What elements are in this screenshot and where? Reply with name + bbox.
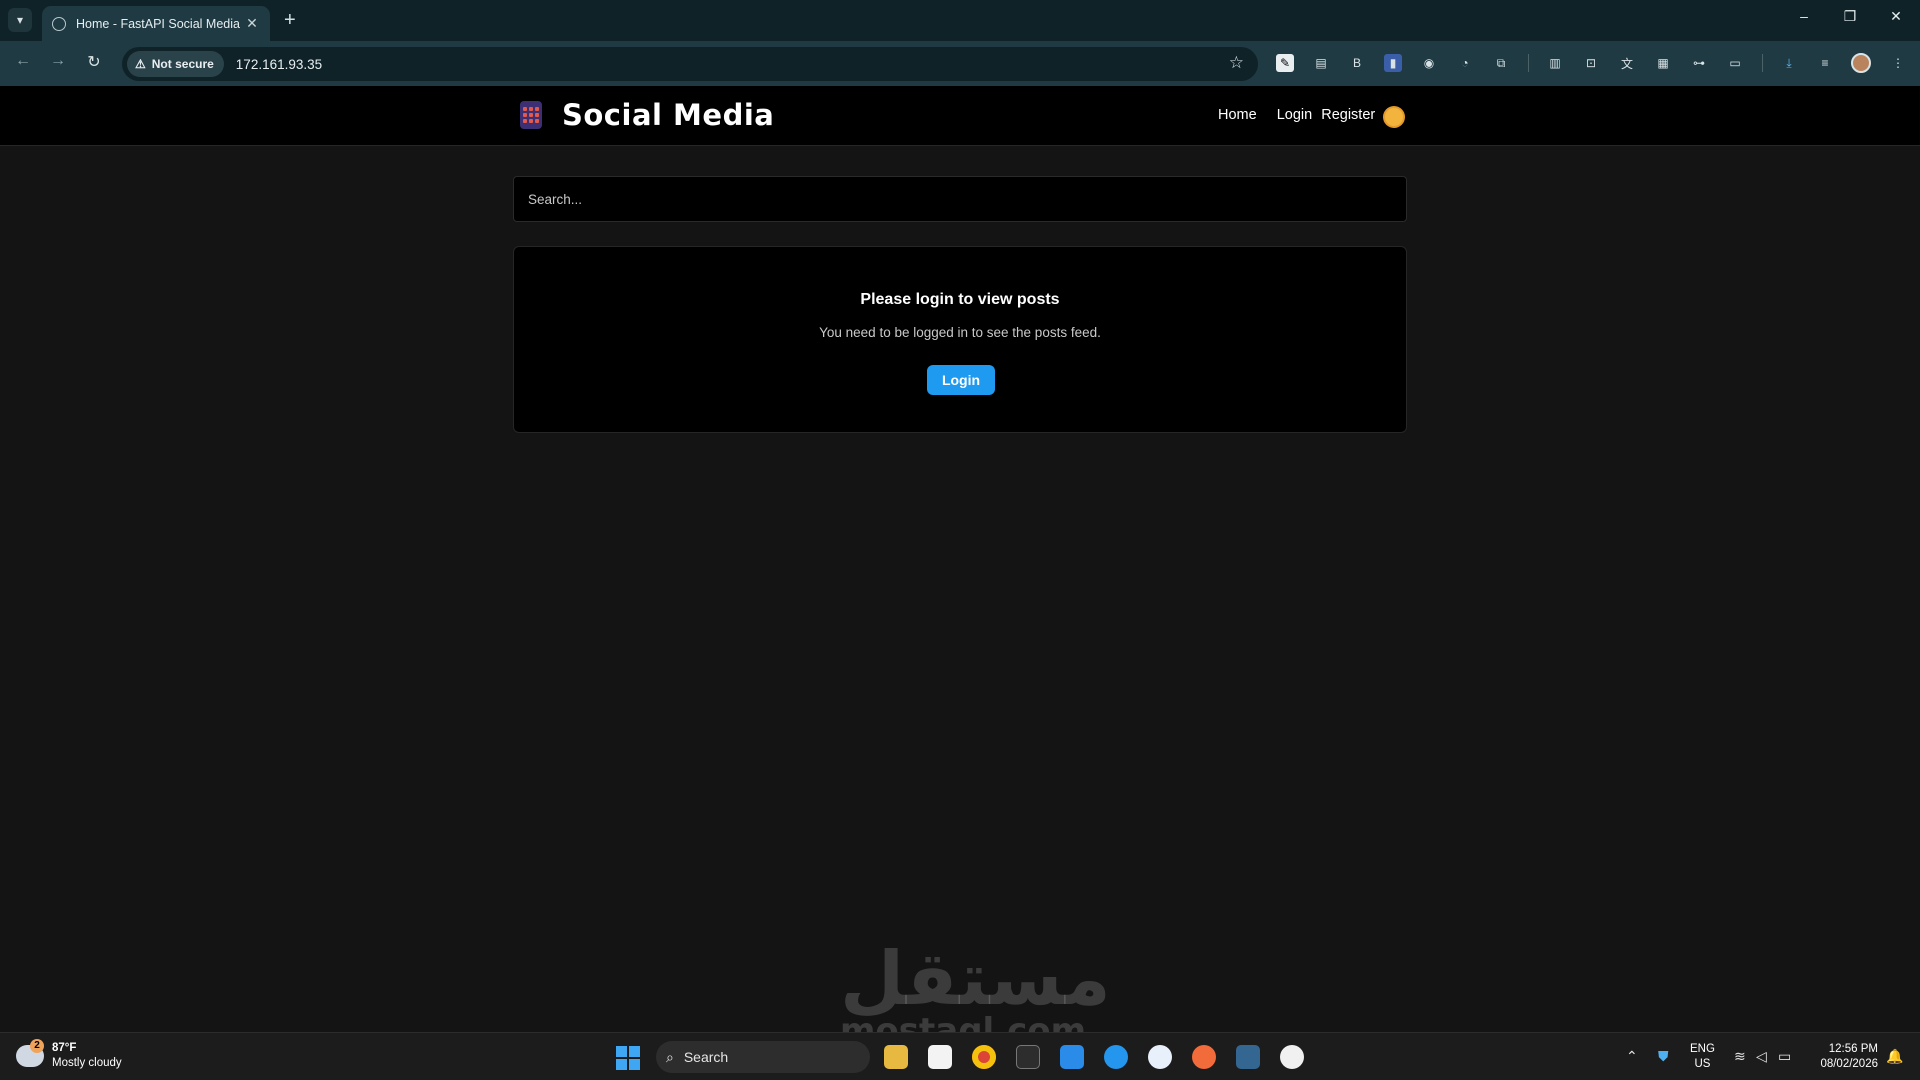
url-text[interactable]: 172.161.93.35 — [236, 57, 322, 72]
language-indicator[interactable]: ENG US — [1690, 1042, 1715, 1072]
search-input[interactable] — [528, 191, 1406, 207]
card-message: You need to be logged in to see the post… — [819, 325, 1101, 340]
reading-mode-icon[interactable]: ▥ — [1546, 54, 1564, 72]
menu-kebab-icon[interactable]: ⋮ — [1889, 54, 1907, 72]
taskbar-search[interactable]: ⌕ Search — [656, 1041, 870, 1073]
weather-temperature: 87°F — [52, 1042, 77, 1054]
store-icon[interactable] — [928, 1045, 952, 1069]
security-shield-icon[interactable]: ⛊ — [1658, 1048, 1669, 1065]
toolbar-separator — [1528, 54, 1529, 72]
page-content: Social Media Home Login Register Please … — [0, 86, 1920, 1048]
download-icon[interactable]: ⤓ — [1780, 54, 1798, 72]
brand[interactable]: Social Media — [520, 98, 774, 132]
camera-icon[interactable]: ◉ — [1420, 54, 1438, 72]
back-arrow-icon[interactable]: ← — [12, 52, 34, 70]
extension-icon-6[interactable]: ◔ — [1456, 54, 1474, 72]
login-button[interactable]: Login — [927, 365, 995, 395]
nav-link-home[interactable]: Home — [1218, 107, 1257, 123]
phone-grid-icon — [520, 101, 542, 129]
file-explorer-icon[interactable] — [884, 1045, 908, 1069]
link-icon[interactable]: ⊶ — [1690, 54, 1708, 72]
nav-link-login[interactable]: Login — [1277, 107, 1312, 123]
nav-links: Home Login Register — [1218, 107, 1391, 123]
warning-triangle-icon: ⚠ — [135, 57, 146, 71]
screenshot-icon[interactable]: ⊡ — [1582, 54, 1600, 72]
weather-badge: 2 — [30, 1039, 44, 1053]
battery-icon[interactable]: ▭ — [1778, 1048, 1791, 1065]
github-icon[interactable] — [1280, 1045, 1304, 1069]
tab-title: Home - FastAPI Social Media — [76, 16, 240, 31]
wifi-icon[interactable]: ≋ — [1734, 1048, 1746, 1065]
tray-chevron-up-icon[interactable]: ⌃ — [1626, 1048, 1638, 1065]
language-code: ENG — [1690, 1043, 1715, 1055]
restore-icon[interactable]: ❐ — [1838, 8, 1862, 25]
tab-search-chevron-icon[interactable]: ▾ — [8, 8, 32, 32]
minimize-icon[interactable]: – — [1792, 8, 1816, 24]
taskbar-search-label: Search — [683, 1049, 729, 1065]
toolbar-separator — [1762, 54, 1763, 72]
terminal-icon[interactable] — [1016, 1045, 1040, 1069]
site-navbar: Social Media Home Login Register — [0, 86, 1920, 146]
app-icon[interactable] — [1148, 1045, 1172, 1069]
docker-icon[interactable] — [1104, 1045, 1128, 1069]
extension-icon-4[interactable]: ▮ — [1384, 54, 1402, 72]
qr-code-icon[interactable]: ▦ — [1654, 54, 1672, 72]
search-icon: ⌕ — [666, 1048, 674, 1065]
close-window-icon[interactable]: ✕ — [1884, 8, 1908, 25]
nav-link-register[interactable]: Register — [1321, 107, 1375, 123]
search-field[interactable] — [513, 176, 1407, 222]
brand-title: Social Media — [562, 98, 775, 132]
volume-icon[interactable]: ◁ — [1756, 1048, 1767, 1065]
login-prompt-card: Please login to view posts You need to b… — [513, 246, 1407, 433]
extension-icon-2[interactable]: ▤ — [1312, 54, 1330, 72]
profile-avatar[interactable] — [1851, 53, 1871, 73]
vscode-icon[interactable] — [1060, 1045, 1084, 1069]
close-tab-icon[interactable]: ✕ — [244, 15, 260, 32]
reload-icon[interactable]: ↻ — [83, 52, 105, 72]
taskbar: 2 87°F Mostly cloudy ⌕ Search ⌃ ⛊ ENG US… — [0, 1032, 1920, 1080]
new-tab-plus-icon[interactable]: + — [284, 9, 296, 32]
browser-tab[interactable]: Home - FastAPI Social Media ✕ — [42, 6, 270, 41]
windows-start-icon[interactable] — [616, 1046, 640, 1070]
translate-icon[interactable]: 文 — [1618, 54, 1636, 72]
browser-toolbar: ← → ↻ ⚠ Not secure 172.161.93.35 ☆ ✎ ▤ B… — [0, 41, 1920, 86]
cloud-icon: 2 — [16, 1039, 44, 1067]
security-chip[interactable]: ⚠ Not secure — [127, 51, 224, 77]
media-control-icon[interactable]: ≡ — [1816, 54, 1834, 72]
extension-icon-1[interactable]: ✎ — [1276, 54, 1294, 72]
clock-time: 12:56 PM — [1828, 1043, 1878, 1055]
forward-arrow-icon[interactable]: → — [47, 52, 69, 70]
theme-toggle-sun-icon[interactable] — [1385, 108, 1403, 126]
browser-tabstrip: ▾ Home - FastAPI Social Media ✕ + – ❐ ✕ — [0, 0, 1920, 41]
weather-widget[interactable]: 2 87°F Mostly cloudy — [16, 1039, 122, 1071]
bookmark-star-icon[interactable]: ☆ — [1229, 53, 1244, 73]
watermark: مستقل mostaql.com — [840, 936, 1111, 1048]
language-region: US — [1694, 1058, 1711, 1070]
security-label: Not secure — [151, 57, 214, 71]
clock[interactable]: 12:56 PM 08/02/2026 — [1814, 1042, 1878, 1072]
device-icon[interactable]: ▭ — [1726, 54, 1744, 72]
card-title: Please login to view posts — [860, 291, 1060, 308]
extension-icon-3[interactable]: B — [1348, 54, 1366, 72]
clock-date: 08/02/2026 — [1820, 1058, 1878, 1070]
postman-icon[interactable] — [1192, 1045, 1216, 1069]
postgres-icon[interactable] — [1236, 1045, 1260, 1069]
watermark-arabic: مستقل — [840, 936, 1111, 1022]
weather-condition: Mostly cloudy — [52, 1057, 122, 1069]
puzzle-extensions-icon[interactable]: ⧉ — [1492, 54, 1510, 72]
notification-bell-icon[interactable]: 🔔 — [1886, 1048, 1903, 1065]
chrome-icon[interactable] — [972, 1045, 996, 1069]
address-bar[interactable]: ⚠ Not secure 172.161.93.35 ☆ — [122, 47, 1258, 81]
globe-icon — [52, 16, 66, 31]
